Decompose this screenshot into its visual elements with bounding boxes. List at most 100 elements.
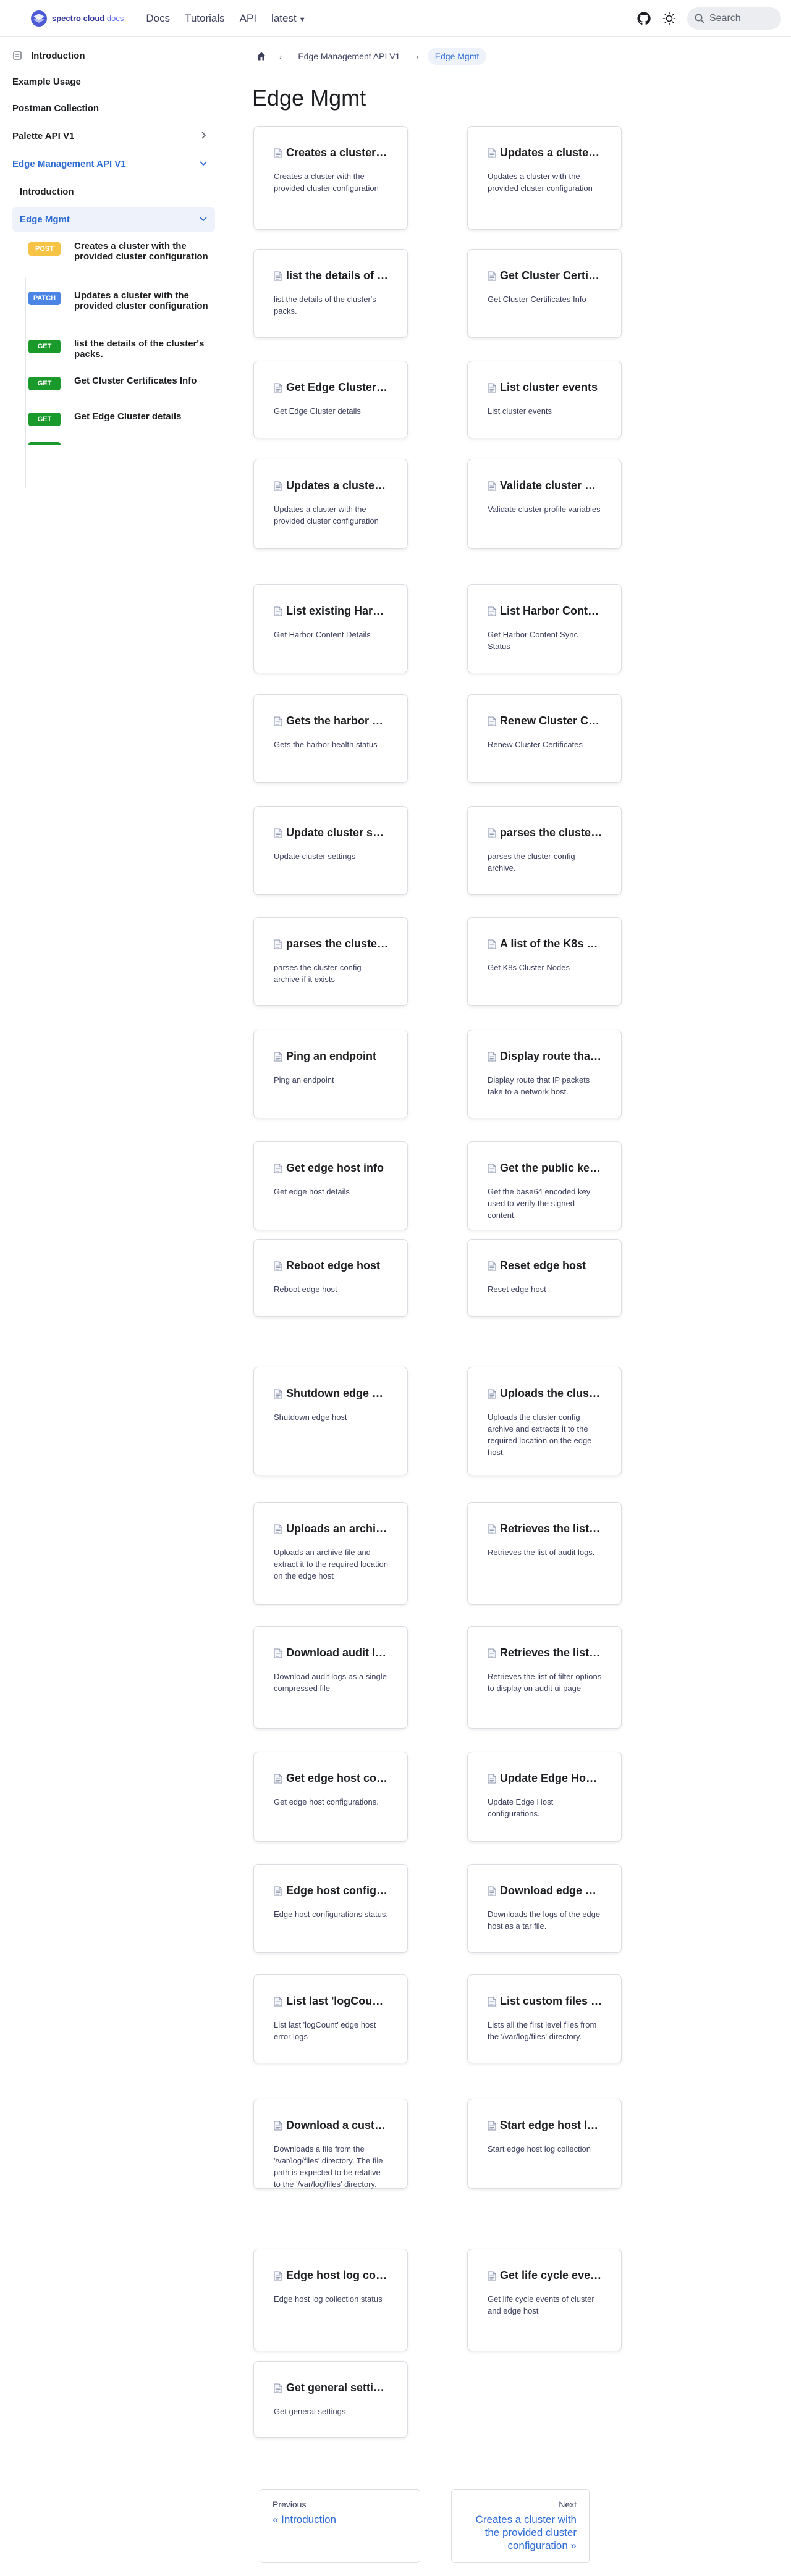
endpoint-card[interactable]: Get general settings Get general settings — [253, 2361, 408, 2438]
endpoint-card[interactable]: Renew Cluster Certificates Renew Cluster … — [467, 694, 622, 783]
card-description: Get Edge Cluster details — [274, 406, 361, 416]
endpoint-card[interactable]: parses the cluster-config archive if it … — [253, 917, 408, 1006]
endpoint-card[interactable]: List custom files from the directory List… — [467, 1974, 622, 2063]
endpoint-card[interactable]: Display route that IP packets take to a … — [467, 1030, 622, 1118]
endpoint-card[interactable]: Update cluster settings Update cluster se… — [253, 806, 408, 895]
endpoint-card[interactable]: Edge host configuration status Edge host … — [253, 1864, 408, 1953]
document-icon — [274, 1261, 282, 1270]
sidebar-endpoint-item[interactable]: PATCH Updates a cluster with the provide… — [28, 290, 214, 311]
document-icon — [488, 383, 496, 392]
endpoint-label: Get Edge Cluster details — [74, 411, 182, 422]
endpoint-card[interactable]: Get life cycle events Get life cycle even… — [467, 2249, 622, 2351]
endpoint-card[interactable]: Validate cluster profile variables Valida… — [467, 459, 622, 549]
card-description: Uploads the cluster config archive and e… — [488, 1412, 592, 1457]
site-logo[interactable]: spectro cloud docs — [30, 9, 124, 28]
card-title: Renew Cluster Certificates — [488, 715, 603, 728]
sidebar-item-introduction[interactable]: Introduction — [5, 43, 215, 68]
card-title: list the details of the cluster's packs. — [274, 269, 389, 282]
endpoint-card[interactable]: Update Edge Host configurations Update Ed… — [467, 1752, 622, 1842]
card-title: Validate cluster profile variables — [488, 479, 603, 492]
endpoint-card[interactable]: Ping an endpoint Ping an endpoint — [253, 1030, 408, 1118]
card-description: Reset edge host — [488, 1285, 546, 1294]
endpoint-card[interactable]: Retrieves the list of filter options Retr… — [467, 1626, 622, 1729]
document-icon — [274, 271, 282, 280]
chevron-down-icon[interactable] — [199, 159, 208, 167]
endpoint-card[interactable]: Creates a cluster with the provided clus… — [253, 126, 408, 230]
endpoint-card[interactable]: List cluster events List cluster events — [467, 361, 622, 438]
endpoint-card[interactable]: Updates a cluster with the provided clus… — [467, 126, 622, 230]
endpoint-card[interactable]: A list of the K8s Cluster Nodes Get K8s C… — [467, 917, 622, 1006]
endpoint-card[interactable]: Reset edge host Reset edge host — [467, 1239, 622, 1317]
endpoint-card[interactable]: List existing Harbor Content Details Get … — [253, 584, 408, 673]
document-icon — [274, 2271, 282, 2280]
endpoint-card[interactable]: Download edge host logs Downloads the log… — [467, 1864, 622, 1953]
card-description: Lists all the first level files from the… — [488, 2020, 597, 2041]
card-description: Ping an endpoint — [274, 1075, 334, 1085]
breadcrumb-item[interactable]: Edge Management API V1 — [290, 48, 407, 65]
search-input[interactable]: Search — [687, 7, 781, 30]
sidebar-item-label: Edge Management API V1 — [12, 158, 126, 169]
nav-tutorials-link[interactable]: Tutorials — [185, 12, 225, 25]
card-title: Get life cycle events — [488, 2269, 603, 2282]
card-title: List Harbor Content Sync Status — [488, 605, 603, 618]
spectro-cloud-logo-icon — [31, 10, 47, 27]
endpoint-card[interactable]: Updates a cluster profile variables Updat… — [253, 459, 408, 549]
nav-api-link[interactable]: API — [240, 12, 256, 25]
pagination-next[interactable]: Next Creates a cluster with the provided… — [451, 2489, 590, 2563]
endpoint-card[interactable]: Edge host log collection status Edge host… — [253, 2249, 408, 2351]
document-icon — [274, 1997, 282, 2006]
chevron-down-icon[interactable] — [199, 214, 208, 223]
sidebar-item-example-usage[interactable]: Example Usage — [5, 69, 215, 94]
version-dropdown[interactable]: latest ▼ — [271, 12, 306, 25]
sidebar-item-label: Introduction — [31, 50, 85, 61]
endpoint-card[interactable]: Get the public key used to verify the si… — [467, 1141, 622, 1230]
document-icon — [488, 1164, 496, 1173]
chevron-right-icon[interactable] — [199, 131, 208, 140]
card-description: Get K8s Cluster Nodes — [488, 963, 570, 972]
endpoint-card[interactable]: Retrieves the list of audit logs Retrieve… — [467, 1502, 622, 1605]
sidebar-item-label: Example Usage — [12, 76, 81, 87]
sidebar-subitem-introduction[interactable]: Introduction — [12, 179, 215, 204]
endpoint-card[interactable]: Start edge host log collection Start edge… — [467, 2099, 622, 2189]
nav-docs-link[interactable]: Docs — [146, 12, 170, 25]
endpoint-card[interactable]: Gets the harbor health status Gets the ha… — [253, 694, 408, 783]
pagination-previous[interactable]: Previous « Introduction — [260, 2489, 420, 2563]
endpoint-card[interactable]: Get Cluster Certificates Info Get Cluster… — [467, 249, 622, 338]
endpoint-card[interactable]: List Harbor Content Sync Status Get Harbo… — [467, 584, 622, 673]
sidebar-endpoint-item[interactable]: POST Creates a cluster with the provided… — [28, 241, 214, 262]
endpoint-card[interactable]: Download a custom file Downloads a file f… — [253, 2099, 408, 2189]
endpoint-card[interactable]: Reboot edge host Reboot edge host — [253, 1239, 408, 1317]
method-badge: GET — [28, 340, 61, 353]
card-description: Get edge host configurations. — [274, 1797, 379, 1806]
endpoint-card[interactable]: Get edge host info Get edge host details — [253, 1141, 408, 1230]
pagination-sublabel: Previous — [273, 2499, 307, 2509]
endpoint-card[interactable]: parses the cluster-config archive. parses… — [467, 806, 622, 895]
github-icon[interactable] — [637, 11, 651, 26]
sun-icon[interactable] — [662, 12, 676, 25]
endpoint-card[interactable]: Get Edge Cluster details Get Edge Cluster… — [253, 361, 408, 438]
card-title: Retrieves the list of filter options — [488, 1647, 603, 1659]
card-title: Get the public key used to verify the si… — [488, 1162, 603, 1175]
endpoint-card[interactable]: Shutdown edge host Shutdown edge host — [253, 1367, 408, 1475]
sidebar-endpoint-item-partial[interactable] — [28, 441, 214, 445]
sidebar-endpoint-item[interactable]: GET Get Edge Cluster details — [28, 411, 214, 426]
endpoint-card[interactable]: list the details of the cluster's packs.… — [253, 249, 408, 338]
card-title: Updates a cluster with the provided clus… — [488, 146, 603, 159]
sidebar-endpoint-item[interactable]: GET Get Cluster Certificates Info — [28, 375, 214, 390]
endpoint-card[interactable]: List last 'logCount' edge host error log… — [253, 1974, 408, 2063]
endpoint-card[interactable]: Get edge host configurations Get edge hos… — [253, 1752, 408, 1842]
home-icon[interactable] — [252, 47, 271, 65]
card-title: List custom files from the directory — [488, 1995, 603, 2008]
sidebar-subitem-edge-mgmt[interactable]: Edge Mgmt — [12, 207, 215, 232]
card-title: Start edge host log collection — [488, 2119, 603, 2132]
document-icon — [274, 148, 282, 157]
card-title: Retrieves the list of audit logs — [488, 1522, 603, 1535]
card-description: Shutdown edge host — [274, 1412, 347, 1422]
sidebar-endpoint-item[interactable]: GET list the details of the cluster's pa… — [28, 338, 214, 359]
endpoint-card[interactable]: Uploads an archive file Uploads an archiv… — [253, 1502, 408, 1605]
sidebar-item-edge-management-api-v1[interactable]: Edge Management API V1 — [5, 151, 215, 176]
sidebar-item-palette-api-v1[interactable]: Palette API V1 — [5, 124, 215, 148]
endpoint-card[interactable]: Uploads the cluster config archive Upload… — [467, 1367, 622, 1475]
endpoint-card[interactable]: Download audit logs Download audit logs a… — [253, 1626, 408, 1729]
sidebar-item-postman-collection[interactable]: Postman Collection — [5, 96, 215, 120]
